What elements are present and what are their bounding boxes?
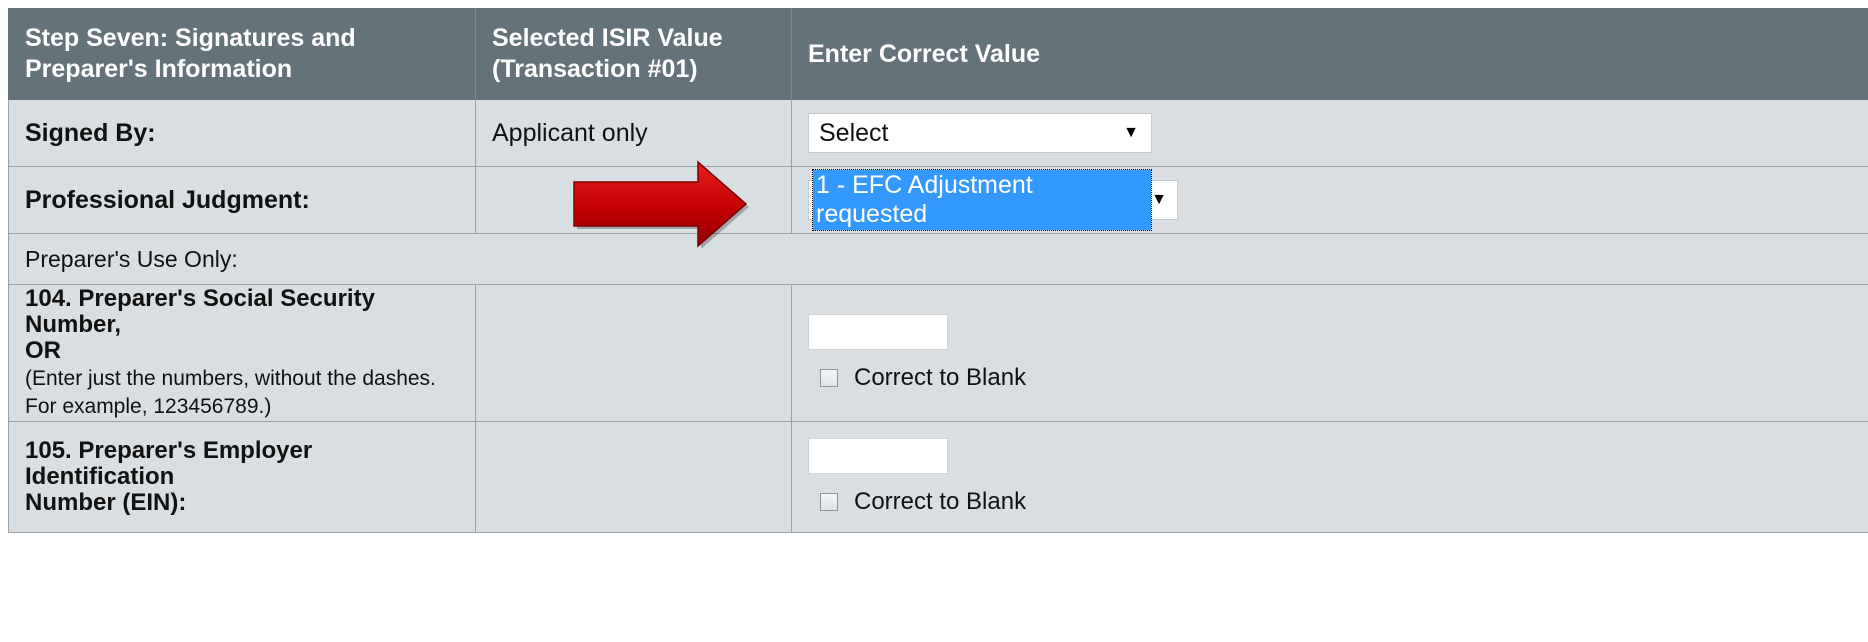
- signatures-table: Step Seven: Signatures and Preparer's In…: [8, 8, 1868, 533]
- professional-judgment-cell: 1 - EFC Adjustment requested ▼: [791, 166, 1868, 234]
- preparer-ssn-correct-to-blank[interactable]: Correct to Blank: [808, 364, 1852, 392]
- preparers-use-only-label: Preparer's Use Only:: [8, 233, 1868, 285]
- table-row-preparer-ssn: 104. Preparer's Social Security Number, …: [8, 284, 1868, 422]
- signed-by-select-value: Select: [819, 118, 889, 147]
- preparer-ssn-hint-line2: For example, 123456789.): [25, 395, 272, 418]
- signed-by-isir-value: Applicant only: [475, 99, 792, 167]
- header-isir-line2: (Transaction #01): [492, 55, 698, 83]
- preparer-ein-correct-to-blank[interactable]: Correct to Blank: [808, 488, 1852, 516]
- preparer-ein-checkbox-label: Correct to Blank: [854, 488, 1027, 515]
- preparer-ein-label-line1: 105. Preparer's Employer Identification: [25, 437, 313, 490]
- header-step-seven: Step Seven: Signatures and Preparer's In…: [8, 8, 476, 100]
- preparer-ssn-or: OR: [25, 337, 61, 364]
- preparer-ssn-checkbox-label: Correct to Blank: [854, 364, 1027, 391]
- signed-by-cell: Select ▼: [791, 99, 1868, 167]
- preparer-ein-isir-value: [475, 421, 792, 533]
- header-isir-line1: Selected ISIR Value: [492, 24, 723, 52]
- isir-correction-form: Step Seven: Signatures and Preparer's In…: [0, 0, 1868, 642]
- preparer-ein-input[interactable]: [808, 438, 948, 474]
- professional-judgment-select[interactable]: 1 - EFC Adjustment requested ▼: [808, 169, 1178, 231]
- preparer-ssn-label-cell: 104. Preparer's Social Security Number, …: [8, 284, 476, 422]
- table-row-preparer-ein: 105. Preparer's Employer Identification …: [8, 421, 1868, 533]
- chevron-down-icon[interactable]: ▼: [1123, 124, 1139, 142]
- header-enter-correct-value: Enter Correct Value: [791, 8, 1868, 100]
- table-row-signed-by: Signed By: Applicant only Select ▼: [8, 99, 1868, 167]
- table-row-preparers-use-only: Preparer's Use Only:: [8, 233, 1868, 285]
- preparer-ssn-label: 104. Preparer's Social Security Number,: [25, 285, 375, 338]
- preparer-ssn-isir-value: [475, 284, 792, 422]
- preparer-ein-input-cell: Correct to Blank: [791, 421, 1868, 533]
- table-row-professional-judgment: Professional Judgment: 1 - EFC Adjustmen…: [8, 166, 1868, 234]
- signed-by-label: Signed By:: [8, 99, 476, 167]
- header-isir-value: Selected ISIR Value (Transaction #01): [475, 8, 792, 100]
- preparer-ein-checkbox[interactable]: [820, 493, 838, 511]
- header-step-line1: Step Seven: Signatures and: [25, 24, 356, 52]
- table-header-row: Step Seven: Signatures and Preparer's In…: [8, 8, 1868, 100]
- preparer-ein-label-cell: 105. Preparer's Employer Identification …: [8, 421, 476, 533]
- preparer-ssn-input-cell: Correct to Blank: [791, 284, 1868, 422]
- signed-by-select[interactable]: Select ▼: [808, 113, 1152, 153]
- header-step-line2: Preparer's Information: [25, 55, 293, 83]
- professional-judgment-isir-value: [475, 166, 792, 234]
- preparer-ssn-hint-line1: (Enter just the numbers, without the das…: [25, 367, 436, 390]
- preparer-ssn-input[interactable]: [808, 314, 948, 350]
- preparer-ssn-checkbox[interactable]: [820, 369, 838, 387]
- professional-judgment-select-value: 1 - EFC Adjustment requested: [811, 169, 1153, 231]
- chevron-down-icon[interactable]: ▼: [1151, 191, 1167, 209]
- preparer-ein-label-line2: Number (EIN):: [25, 489, 187, 516]
- professional-judgment-label: Professional Judgment:: [8, 166, 476, 234]
